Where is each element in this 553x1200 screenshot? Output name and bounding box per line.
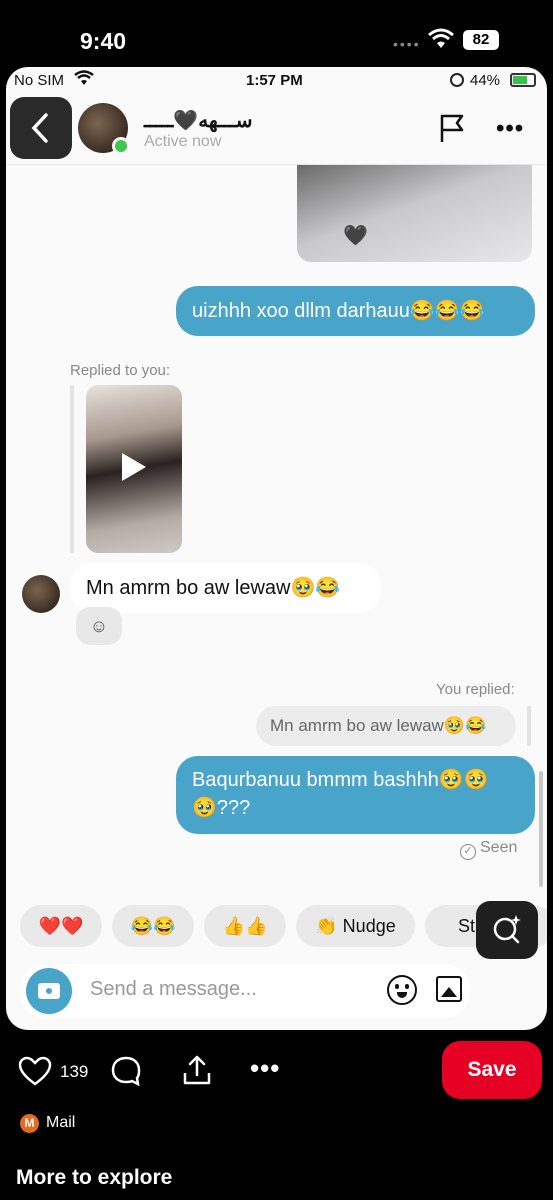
chat-screenshot[interactable]: No SIM 1:57 PM 44% ســـهه🖤ـــــ Active n… — [6, 67, 547, 1030]
share-icon[interactable] — [180, 1053, 214, 1087]
quick-reply-nudge[interactable]: 👏 Nudge — [296, 905, 415, 947]
message-composer[interactable]: Send a message... — [20, 964, 470, 1018]
heart-icon[interactable] — [18, 1056, 52, 1086]
seen-label: Seen — [480, 839, 518, 856]
quoted-message[interactable]: Mn amrm bo aw lewaw🥹😂 — [256, 706, 516, 746]
carrier-label: No SIM — [14, 72, 65, 89]
quote-divider — [527, 706, 531, 746]
save-button[interactable]: Save — [442, 1041, 542, 1099]
seen-status: ✓ Seen — [460, 839, 517, 860]
inner-time: 1:57 PM — [246, 72, 303, 89]
more-options-icon[interactable]: ••• — [250, 1055, 280, 1081]
device-status-bar: 9:40 •••• 82 — [0, 0, 553, 70]
battery-icon — [510, 73, 536, 87]
battery-icon: 82 — [463, 30, 499, 50]
received-message[interactable]: Mn amrm bo aw lewaw🥹😂 — [70, 563, 381, 613]
inner-status-bar: No SIM 1:57 PM 44% — [6, 67, 547, 95]
section-title: More to explore — [16, 1166, 173, 1189]
check-circle-icon: ✓ — [460, 844, 476, 860]
replied-video-thumbnail[interactable] — [86, 385, 182, 553]
image-icon[interactable] — [436, 976, 462, 1002]
chat-header: ســـهه🖤ـــــ Active now ••• — [6, 95, 547, 165]
more-options-icon[interactable]: ••• — [496, 115, 524, 143]
wifi-icon — [74, 70, 94, 85]
visual-search-button[interactable] — [476, 901, 538, 959]
sent-message[interactable]: Baqurbanuu bmmm bashhh🥹🥹🥹??? — [176, 756, 535, 834]
heart-reaction-icon: 🖤 — [343, 225, 368, 247]
contact-name[interactable]: ســـهه🖤ـــــ — [144, 108, 252, 133]
replied-label: Replied to you: — [70, 362, 171, 379]
emoji-icon[interactable] — [387, 975, 417, 1005]
message-input[interactable]: Send a message... — [90, 978, 257, 1001]
signal-dots-icon: •••• — [393, 36, 421, 52]
reply-divider — [70, 385, 74, 553]
orientation-lock-icon — [450, 73, 464, 87]
camera-button[interactable] — [26, 968, 72, 1014]
camera-lens — [44, 986, 54, 996]
quick-reply-laugh[interactable]: 😂😂 — [112, 905, 194, 947]
source-icon: M — [20, 1114, 39, 1133]
avatar[interactable] — [22, 575, 60, 613]
add-reaction-button[interactable]: ☺ — [76, 607, 122, 645]
sent-message[interactable]: uizhhh xoo dllm darhauu😂😂😂 — [176, 286, 535, 336]
active-status: Active now — [144, 133, 222, 150]
wifi-icon — [428, 28, 454, 48]
chevron-left-icon — [31, 113, 48, 143]
online-indicator — [112, 137, 130, 155]
quick-reply-hearts[interactable]: ❤️❤️ — [20, 905, 102, 947]
comment-icon[interactable] — [110, 1055, 142, 1087]
flag-icon[interactable] — [438, 113, 466, 143]
search-sparkle-icon — [493, 915, 521, 944]
quick-reply-thumbs[interactable]: 👍👍 — [204, 905, 286, 947]
like-count: 139 — [60, 1062, 89, 1081]
you-replied-label: You replied: — [436, 681, 515, 698]
play-icon — [122, 453, 146, 481]
scrollbar[interactable] — [539, 771, 543, 887]
source-name[interactable]: Mail — [46, 1114, 75, 1132]
back-button[interactable] — [10, 97, 72, 159]
shared-image[interactable]: 🖤 — [297, 165, 532, 262]
inner-battery-percent: 44% — [470, 72, 501, 89]
device-time: 9:40 — [80, 28, 127, 54]
